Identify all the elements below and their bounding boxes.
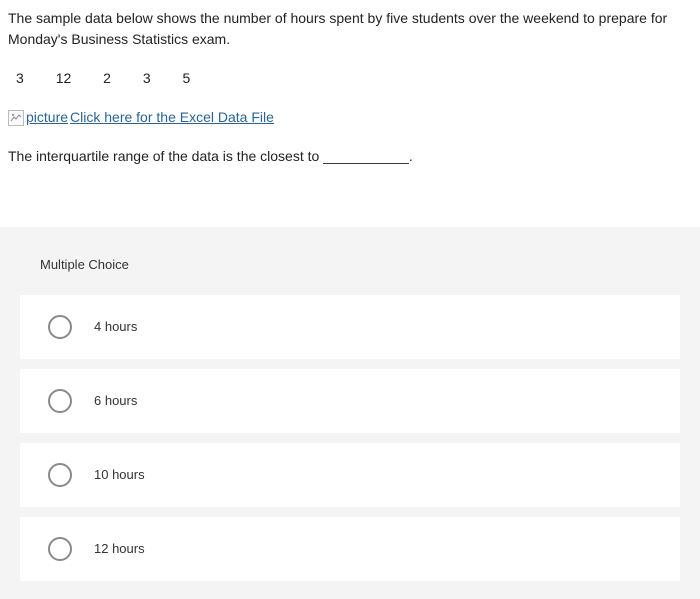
fill-text-after: . [409,148,413,164]
excel-link-row: pictureClick here for the Excel Data Fil… [8,107,692,128]
option-label: 12 hours [94,539,145,559]
data-value: 5 [183,68,191,89]
option-label: 4 hours [94,317,137,337]
option-row[interactable]: 12 hours [20,517,680,581]
data-value: 12 [56,68,72,89]
radio-button[interactable] [48,537,72,561]
question-area: The sample data below shows the number o… [0,0,700,197]
fill-blank-line: ___________ [323,148,409,164]
fill-text-before: The interquartile range of the data is t… [8,148,323,164]
data-value: 3 [143,68,151,89]
option-row[interactable]: 4 hours [20,295,680,359]
options-container: 4 hours 6 hours 10 hours 12 hours [0,295,700,581]
data-values-row: 3 12 2 3 5 [16,68,692,89]
radio-button[interactable] [48,463,72,487]
option-row[interactable]: 6 hours [20,369,680,433]
excel-alt-text: picture [26,107,68,128]
option-label: 6 hours [94,391,137,411]
broken-image-icon [8,110,24,126]
question-prompt: The sample data below shows the number o… [8,8,692,50]
excel-data-file-link[interactable]: Click here for the Excel Data File [70,107,274,128]
answers-block: Multiple Choice 4 hours 6 hours 10 hours… [0,227,700,599]
radio-button[interactable] [48,315,72,339]
option-label: 10 hours [94,465,145,485]
data-value: 2 [103,68,111,89]
data-value: 3 [16,68,24,89]
fill-in-sentence: The interquartile range of the data is t… [8,146,692,167]
multiple-choice-header: Multiple Choice [0,227,700,295]
radio-button[interactable] [48,389,72,413]
option-row[interactable]: 10 hours [20,443,680,507]
